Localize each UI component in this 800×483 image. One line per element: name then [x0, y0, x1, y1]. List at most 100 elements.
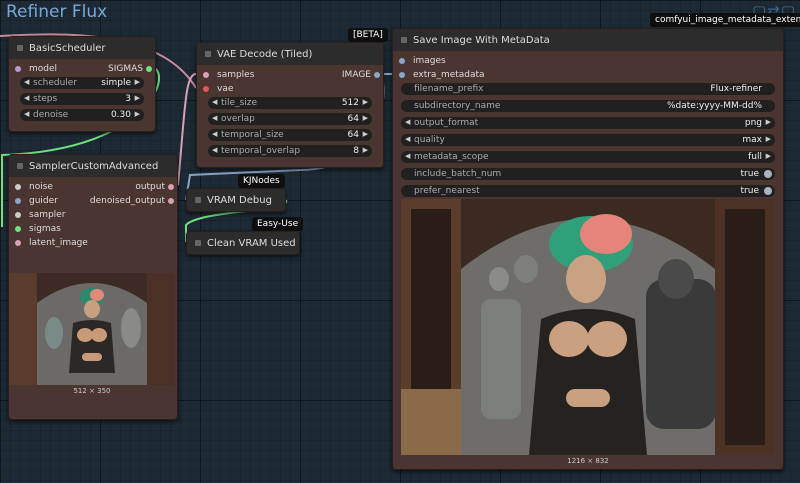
output-pin[interactable] — [168, 184, 174, 190]
node-header[interactable]: BasicScheduler — [9, 37, 155, 59]
left-arrow-icon[interactable]: ◀ — [212, 98, 217, 106]
save-image-metadata-node[interactable]: Save Image With MetaData images extra_me… — [392, 28, 784, 470]
samples-input-pin[interactable] — [203, 72, 209, 78]
collapse-dot-icon[interactable] — [17, 45, 23, 51]
node-header[interactable]: VRAM Debug — [187, 189, 285, 211]
collapse-dot-icon[interactable] — [17, 163, 23, 169]
widget-value: true — [740, 186, 759, 196]
node-header[interactable]: Clean VRAM Used — [187, 232, 299, 254]
left-arrow-icon[interactable]: ◀ — [212, 130, 217, 138]
widget-value: 64 — [347, 130, 359, 140]
widget-label: scheduler — [33, 78, 78, 88]
left-arrow-icon[interactable]: ◀ — [24, 110, 29, 118]
temporal-overlap-number[interactable]: ◀ temporal_overlap 8 ▶ — [208, 145, 372, 157]
metadata-scope-combo[interactable]: ◀ metadata_scope full ▶ — [401, 151, 775, 163]
model-input-pin[interactable] — [15, 66, 21, 72]
collapse-dot-icon[interactable] — [401, 37, 407, 43]
right-arrow-icon[interactable]: ▶ — [363, 98, 368, 106]
preview-size-caption: 1216 × 832 — [567, 457, 609, 465]
sampler-preview-image[interactable] — [9, 273, 175, 385]
noise-input-pin[interactable] — [15, 184, 21, 190]
widget-label: subdirectory_name — [414, 101, 501, 111]
prefer-nearest-toggle[interactable]: prefer_nearest true — [401, 185, 775, 197]
scheduler-combo[interactable]: ◀ scheduler simple ▶ — [20, 77, 144, 89]
denoise-number[interactable]: ◀ denoise 0.30 ▶ — [20, 109, 144, 121]
widget-value: png — [744, 118, 762, 128]
easyuse-badge: Easy-Use — [252, 217, 304, 231]
tile-size-number[interactable]: ◀ tile_size 512 ▶ — [208, 97, 372, 109]
extra-metadata-input-pin[interactable] — [399, 72, 405, 78]
io-row: noise output — [9, 180, 177, 194]
group-title[interactable]: Refiner Flux — [6, 2, 107, 22]
sigmas-output-pin[interactable] — [146, 66, 152, 72]
right-arrow-icon[interactable]: ▶ — [363, 114, 368, 122]
denoised-output-pin[interactable] — [168, 198, 174, 204]
collapse-dot-icon[interactable] — [205, 51, 211, 57]
model-input-label: model — [29, 64, 58, 74]
latent-image-input-pin[interactable] — [15, 240, 21, 246]
images-input-label: images — [413, 56, 446, 66]
widget-value: full — [748, 152, 762, 162]
quality-combo[interactable]: ◀ quality max ▶ — [401, 134, 775, 146]
sampler-input-pin[interactable] — [15, 212, 21, 218]
noise-input-label: noise — [29, 182, 53, 192]
images-input-pin[interactable] — [399, 58, 405, 64]
collapse-dot-icon[interactable] — [195, 240, 201, 246]
clean-vram-node[interactable]: Clean VRAM Used — [186, 231, 300, 255]
beta-badge: [BETA] — [348, 28, 388, 42]
toggle-knob-icon[interactable] — [764, 187, 772, 195]
node-header[interactable]: VAE Decode (Tiled) — [197, 43, 383, 65]
left-arrow-icon[interactable]: ◀ — [24, 78, 29, 86]
overlap-number[interactable]: ◀ overlap 64 ▶ — [208, 113, 372, 125]
right-arrow-icon[interactable]: ▶ — [766, 135, 771, 143]
preview-image-art — [9, 273, 175, 385]
sigmas-input-pin[interactable] — [15, 226, 21, 232]
left-arrow-icon[interactable]: ◀ — [405, 118, 410, 126]
node-title: VRAM Debug — [207, 194, 272, 206]
widget-label: include_batch_num — [414, 169, 502, 179]
saved-image-preview[interactable] — [401, 199, 775, 455]
vae-decode-tiled-node[interactable]: VAE Decode (Tiled) samples IMAGE vae ◀ t… — [196, 42, 384, 168]
node-header[interactable]: SamplerCustomAdvanced — [9, 155, 177, 177]
left-arrow-icon[interactable]: ◀ — [212, 114, 217, 122]
right-arrow-icon[interactable]: ▶ — [363, 130, 368, 138]
widget-label: quality — [414, 135, 445, 145]
left-arrow-icon[interactable]: ◀ — [24, 94, 29, 102]
basic-scheduler-node[interactable]: BasicScheduler model SIGMAS ◀ scheduler … — [8, 36, 156, 132]
filename-prefix-field[interactable]: filename_prefix Flux-refiner — [401, 83, 775, 95]
subdirectory-name-field[interactable]: subdirectory_name %date:yyyy-MM-dd% — [401, 100, 775, 112]
right-arrow-icon[interactable]: ▶ — [766, 118, 771, 126]
widget-label: temporal_size — [221, 130, 284, 140]
sigmas-output-label: SIGMAS — [108, 64, 143, 74]
steps-number[interactable]: ◀ steps 3 ▶ — [20, 93, 144, 105]
samples-input-label: samples — [217, 70, 255, 80]
node-title: BasicScheduler — [29, 42, 106, 54]
node-title: SamplerCustomAdvanced — [29, 160, 159, 172]
right-arrow-icon[interactable]: ▶ — [135, 78, 140, 86]
right-arrow-icon[interactable]: ▶ — [135, 110, 140, 118]
image-output-pin[interactable] — [374, 72, 380, 78]
temporal-size-number[interactable]: ◀ temporal_size 64 ▶ — [208, 129, 372, 141]
sigmas-input-label: sigmas — [29, 224, 61, 234]
widget-value: 64 — [347, 114, 359, 124]
toggle-knob-icon[interactable] — [764, 170, 772, 178]
right-arrow-icon[interactable]: ▶ — [135, 94, 140, 102]
right-arrow-icon[interactable]: ▶ — [766, 152, 771, 160]
widget-label: overlap — [221, 114, 255, 124]
extra-metadata-input-label: extra_metadata — [413, 70, 485, 80]
node-title: Save Image With MetaData — [413, 34, 550, 46]
widget-value: Flux-refiner — [710, 84, 762, 94]
node-header[interactable]: Save Image With MetaData — [393, 29, 783, 51]
left-arrow-icon[interactable]: ◀ — [212, 146, 217, 154]
guider-input-pin[interactable] — [15, 198, 21, 204]
collapse-dot-icon[interactable] — [195, 197, 201, 203]
right-arrow-icon[interactable]: ▶ — [363, 146, 368, 154]
output-format-combo[interactable]: ◀ output_format png ▶ — [401, 117, 775, 129]
vram-debug-node[interactable]: VRAM Debug — [186, 188, 286, 212]
vae-input-pin[interactable] — [203, 86, 209, 92]
left-arrow-icon[interactable]: ◀ — [405, 135, 410, 143]
include-batch-num-toggle[interactable]: include_batch_num true — [401, 168, 775, 180]
left-arrow-icon[interactable]: ◀ — [405, 152, 410, 160]
sampler-custom-advanced-node[interactable]: SamplerCustomAdvanced noise output guide… — [8, 154, 178, 420]
io-row: vae — [197, 82, 383, 96]
